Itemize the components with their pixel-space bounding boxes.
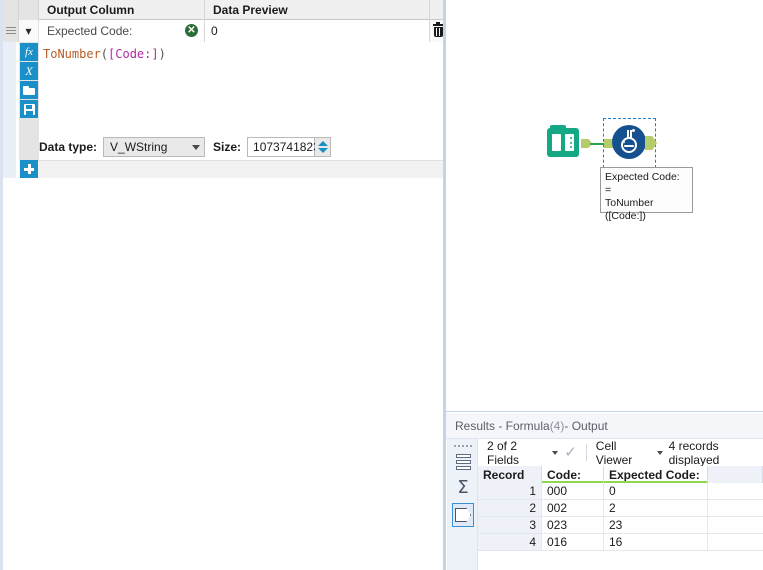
drag-handle-icon[interactable] <box>3 20 19 42</box>
flask-icon <box>620 130 638 154</box>
cell-code[interactable]: 000 <box>542 483 604 499</box>
column-header-expected-code[interactable]: Expected Code: <box>604 466 708 483</box>
data-view-icon[interactable] <box>452 450 474 474</box>
open-formula-button[interactable] <box>20 81 38 99</box>
fields-selector-label[interactable]: 2 of 2 Fields <box>487 439 546 467</box>
results-title-count: (4) <box>550 419 565 433</box>
records-displayed-label: 4 records displayed <box>669 439 763 467</box>
cell-expected-code[interactable]: 23 <box>604 517 708 533</box>
column-header-output-column: Output Column <box>39 0 205 20</box>
chevron-down-icon: ▾ <box>25 25 31 37</box>
cell-filler <box>708 483 763 499</box>
cell-expected-code[interactable]: 16 <box>604 534 708 550</box>
column-header-data-preview: Data Preview <box>205 0 430 20</box>
expand-row-button[interactable]: ▾ <box>19 20 39 42</box>
add-row-band <box>19 160 446 178</box>
data-type-label: Data type: <box>39 140 97 154</box>
size-stepper[interactable] <box>315 137 331 157</box>
table-row[interactable]: 4 016 16 <box>478 534 763 551</box>
cell-record: 3 <box>478 517 542 533</box>
cell-expected-code[interactable]: 0 <box>604 483 708 499</box>
cell-code[interactable]: 023 <box>542 517 604 533</box>
results-side-rail: Σ <box>447 439 478 570</box>
cell-filler <box>708 534 763 550</box>
header-chevron-spacer <box>19 0 39 20</box>
size-value: 1073741823 <box>253 140 320 154</box>
data-type-select[interactable]: V_WString <box>103 137 205 157</box>
results-pane: Results - Formula (4) - Output Σ 2 of 2 … <box>446 411 763 570</box>
application-window: Output Column Data Preview ▾ Expected Co… <box>0 0 763 570</box>
table-row[interactable]: 1 000 0 <box>478 483 763 500</box>
cell-code[interactable]: 016 <box>542 534 604 550</box>
cell-filler <box>708 500 763 516</box>
column-header-filler <box>708 466 763 483</box>
formula-configuration-panel: Output Column Data Preview ▾ Expected Co… <box>0 0 443 570</box>
cell-record: 4 <box>478 534 542 550</box>
save-formula-button[interactable] <box>20 100 38 118</box>
chevron-down-icon[interactable] <box>657 451 663 455</box>
output-anchor-icon[interactable] <box>452 503 474 527</box>
folder-open-icon <box>23 86 35 95</box>
header-drag-spacer <box>3 0 19 20</box>
annotation-line-1: Expected Code: = <box>605 171 688 197</box>
output-column-value: Expected Code: <box>39 24 132 38</box>
insert-function-button[interactable]: fx <box>20 43 38 61</box>
formula-function-name: ToNumber <box>43 47 101 61</box>
book-icon <box>552 134 574 151</box>
formula-open-paren: ( <box>101 47 108 61</box>
results-title-bar: Results - Formula (4) - Output <box>446 413 763 439</box>
cell-record: 1 <box>478 483 542 499</box>
cell-code[interactable]: 002 <box>542 500 604 516</box>
formula-tool[interactable] <box>612 125 646 159</box>
text-input-tool[interactable] <box>547 128 579 157</box>
data-type-value: V_WString <box>110 140 167 154</box>
table-row[interactable]: 3 023 23 <box>478 517 763 534</box>
insert-variable-button[interactable]: X <box>20 62 38 80</box>
stepper-up-icon[interactable] <box>318 141 328 146</box>
cell-viewer-label[interactable]: Cell Viewer <box>596 439 651 467</box>
chevron-down-icon <box>192 145 200 150</box>
table-row[interactable]: 2 002 2 <box>478 500 763 517</box>
add-output-column-button[interactable] <box>20 160 38 178</box>
cell-expected-code[interactable]: 2 <box>604 500 708 516</box>
formula-expression-text: ToNumber([Code:]) <box>39 42 446 61</box>
output-column-input[interactable]: Expected Code: ✕ <box>39 20 205 42</box>
annotation-line-2: ToNumber <box>605 197 688 210</box>
plus-icon <box>24 164 34 174</box>
data-grid-header: Record Code: Expected Code: <box>478 466 763 483</box>
save-disk-icon <box>24 104 35 115</box>
results-title-suffix: - Output <box>564 419 607 433</box>
trash-icon <box>433 24 444 37</box>
tool-annotation[interactable]: Expected Code: = ToNumber ([Code:]) <box>600 167 693 213</box>
size-label: Size: <box>213 140 241 154</box>
chevron-down-icon[interactable] <box>552 451 558 455</box>
clear-circle-icon[interactable]: ✕ <box>185 24 198 37</box>
data-preview-value: 0 <box>205 20 430 42</box>
formula-field-reference: [Code:] <box>108 47 159 61</box>
cell-filler <box>708 517 763 533</box>
checkmark-icon[interactable]: ✓ <box>564 445 577 460</box>
panel-empty-area <box>3 178 446 570</box>
results-title-prefix: Results - Formula <box>455 419 550 433</box>
metadata-view-icon[interactable]: Σ <box>452 476 474 500</box>
size-input[interactable]: 1073741823 <box>247 137 315 157</box>
stepper-down-icon[interactable] <box>318 148 328 153</box>
rail-drag-handle-icon[interactable] <box>454 443 472 448</box>
annotation-line-3: ([Code:]) <box>605 210 688 223</box>
toolbar-separator <box>586 444 587 461</box>
formula-tool-strip: fx X <box>19 42 39 164</box>
results-toolbar: 2 of 2 Fields ✓ Cell Viewer 4 records di… <box>478 439 763 466</box>
output-column-grid-header: Output Column Data Preview <box>3 0 446 20</box>
output-column-row: ▾ Expected Code: ✕ 0 <box>3 20 446 42</box>
formula-close-paren: ) <box>159 47 166 61</box>
results-data-grid[interactable]: Record Code: Expected Code: 1 000 0 2 00… <box>478 466 763 570</box>
column-header-record[interactable]: Record <box>478 466 542 483</box>
data-type-row: Data type: V_WString Size: 1073741823 <box>39 134 446 160</box>
cell-record: 2 <box>478 500 542 516</box>
column-header-code[interactable]: Code: <box>542 466 604 483</box>
